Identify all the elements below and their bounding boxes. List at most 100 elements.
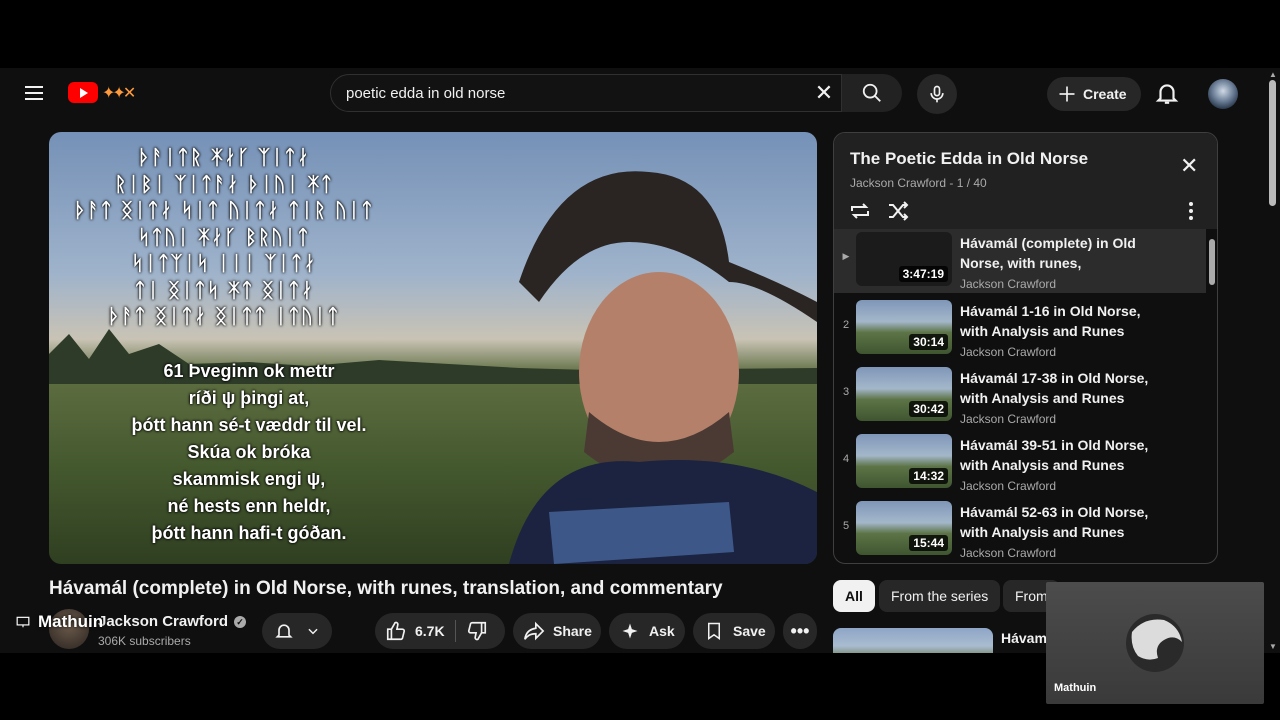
duration-badge: 14:32 <box>909 468 948 484</box>
webcam-user-name: Mathuin <box>1054 682 1097 694</box>
close-icon[interactable]: ✕ <box>1180 155 1198 177</box>
verse-text: 61 Þveginn ok mettr ríði ψ þingi at, þót… <box>99 358 399 547</box>
share-button[interactable]: Share <box>513 613 601 649</box>
channel-name: Jackson Crawford <box>98 613 229 630</box>
chevron-down-icon <box>308 628 318 635</box>
save-label: Save <box>733 623 766 639</box>
playlist-item-index: 4 <box>842 453 850 465</box>
playlist-item-channel: Jackson Crawford <box>960 345 1057 359</box>
rune-line: ᚦᚨᛁᛏᚱ ᛡᛅᚴ ᛉᛁᛏᛅ <box>138 145 310 169</box>
shuffle-icon[interactable] <box>886 199 910 223</box>
verified-check-icon: ✓ <box>234 615 247 628</box>
verse-line: þótt hann hafi-t góðan. <box>151 523 347 543</box>
search-button[interactable] <box>842 74 902 112</box>
playlist-thumbnail: 3:47:19 <box>856 232 952 286</box>
playlist-item[interactable]: 2 30:14 Hávamál 1-16 in Old Norse, with … <box>834 297 1206 361</box>
playlist-item-channel: Jackson Crawford <box>960 479 1057 493</box>
channel-name-link[interactable]: Jackson Crawford ✓ <box>98 613 247 630</box>
page-scrollbar[interactable] <box>1269 80 1276 206</box>
loop-icon[interactable] <box>848 199 872 223</box>
playlist-item-title: Hávamál 39-51 in Old Norse, with Analysi… <box>960 437 1149 473</box>
thumbs-down-icon[interactable] <box>466 620 488 642</box>
like-count: 6.7K <box>415 623 445 639</box>
recommendation-thumbnail[interactable] <box>833 628 993 653</box>
search-input[interactable] <box>346 84 806 102</box>
rune-line: ᚦᚨᛏ ᛝᛁᛏᛅ ᛝᛁᛏᛏ ᛁᛏᚢᛁᛏ <box>108 304 340 328</box>
share-icon <box>524 621 545 641</box>
verse-line: ríði ψ þingi at, <box>188 388 310 408</box>
playlist-item-index: 2 <box>842 319 850 331</box>
youtube-logo[interactable]: ✦✦✕ <box>68 82 136 103</box>
video-player[interactable]: ᚦᚨᛁᛏᚱ ᛡᛅᚴ ᛉᛁᛏᛅ ᚱᛁᛒᛁ ᛉᛁᛏᚨᛅ ᚦᛁᚢᛁ ᛡᛏ ᚦᚨᛏ ᛝᛁ… <box>49 132 817 564</box>
create-label: Create <box>1083 86 1127 102</box>
divider <box>454 620 456 642</box>
search-icon <box>862 83 881 102</box>
playlist-thumbnail: 14:32 <box>856 434 952 488</box>
user-avatar-icon <box>1126 614 1184 672</box>
playlist-item[interactable]: 5 15:44 Hávamál 52-63 in Old Norse, with… <box>834 498 1206 562</box>
menu-icon[interactable] <box>22 82 46 106</box>
verse-line: né hests enn heldr, <box>167 496 331 516</box>
more-actions-button[interactable]: ••• <box>783 613 817 649</box>
monitor-icon <box>16 616 30 628</box>
clear-search-icon[interactable]: ✕ <box>813 82 835 104</box>
bell-icon <box>275 624 293 638</box>
scroll-down-icon[interactable]: ▼ <box>1269 642 1277 651</box>
playlist-item[interactable]: 3 30:42 Hávamál 17-38 in Old Norse, with… <box>834 364 1206 428</box>
notifications-bell-icon[interactable] <box>1154 80 1180 106</box>
ask-button[interactable]: Ask <box>609 613 685 649</box>
search-box: ✕ <box>330 74 842 112</box>
rune-text: ᚦᚨᛁᛏᚱ ᛡᛅᚴ ᛉᛁᛏᛅ ᚱᛁᛒᛁ ᛉᛁᛏᚨᛅ ᚦᛁᚢᛁ ᛡᛏ ᚦᚨᛏ ᛝᛁ… <box>59 144 389 330</box>
youtube-app: ✦✦✕ ✕ Create ▲ ▼ ᚦᚨᛁᛏᚱ ᛡᛅᚴ ᛉᛁᛏᛅ ᚱᛁᛒᛁ ᛉᛁᛏ… <box>0 68 1280 653</box>
voice-search-button[interactable] <box>917 74 957 114</box>
more-horizontal-icon: ••• <box>790 620 810 641</box>
playlist-title[interactable]: The Poetic Edda in Old Norse <box>850 149 1088 169</box>
overlay-user-label: Mathuin <box>16 612 103 632</box>
verse-line: Skúa ok bróka <box>187 442 311 462</box>
rune-line: ᛋᛏᚢᛁ ᛡᛅᚴ ᛒᚱᚢᛁᛏ <box>138 224 310 249</box>
verse-line: þótt hann sé-t væddr til vel. <box>131 415 367 435</box>
playlist-header: The Poetic Edda in Old Norse Jackson Cra… <box>834 133 1217 229</box>
youtube-play-icon <box>68 82 98 103</box>
playlist-item-title: Hávamál 52-63 in Old Norse, with Analysi… <box>960 504 1149 540</box>
chip-all[interactable]: All <box>833 580 875 612</box>
playlist-item-title: Hávamál 1-16 in Old Norse, with Analysis… <box>960 303 1141 339</box>
verse-line: 61 Þveginn ok mettr <box>163 361 335 381</box>
playlist-item-channel: Jackson Crawford <box>960 412 1057 426</box>
plus-icon <box>1059 86 1075 102</box>
rune-line: ᛋᛁᛏᛉᛁᛋ ᛁᛁᛁ ᛉᛁᛏᛅ <box>131 251 317 275</box>
playlist-item-title: Hávamál 17-38 in Old Norse, with Analysi… <box>960 370 1149 406</box>
playlist-item-channel: Jackson Crawford <box>960 546 1057 560</box>
rune-line: ᛏᛁ ᛝᛁᛏᛋ ᛡᛏ ᛝᛁᛏᛅ <box>134 277 314 302</box>
like-button[interactable]: 6.7K <box>385 620 445 642</box>
subscribe-bell-button[interactable] <box>262 613 332 649</box>
rune-line: ᚦᚨᛏ ᛝᛁᛏᛅ ᛋᛁᛏ ᚢᛁᛏᛅ ᛏᛁᚱ ᚢᛁᛏ <box>74 198 374 222</box>
bookmark-icon <box>708 622 720 640</box>
save-button[interactable]: Save <box>693 613 775 649</box>
playlist-thumbnail: 15:44 <box>856 501 952 555</box>
share-label: Share <box>553 623 592 639</box>
duration-badge: 30:42 <box>909 401 948 417</box>
ask-label: Ask <box>649 623 675 639</box>
rune-line: ᚱᛁᛒᛁ ᛉᛁᛏᚨᛅ ᚦᛁᚢᛁ ᛡᛏ <box>114 171 334 196</box>
playlist-item[interactable]: 4 14:32 Hávamál 39-51 in Old Norse, with… <box>834 431 1206 495</box>
playlist-item-channel: Jackson Crawford <box>960 277 1057 291</box>
presenter-image <box>509 171 817 564</box>
overlay-user-name: Mathuin <box>38 612 104 631</box>
playlist-thumbnail: 30:14 <box>856 300 952 354</box>
playlist-scrollbar[interactable] <box>1209 239 1215 285</box>
create-button[interactable]: Create <box>1047 77 1141 111</box>
playlist-panel: The Poetic Edda in Old Norse Jackson Cra… <box>833 132 1218 564</box>
chip-from-series[interactable]: From the series <box>879 580 1001 612</box>
playlist-thumbnail: 30:42 <box>856 367 952 421</box>
account-avatar[interactable] <box>1208 79 1238 109</box>
duration-badge: 30:14 <box>909 334 948 350</box>
playlist-item-index: 3 <box>842 386 850 398</box>
more-vertical-icon[interactable] <box>1184 201 1198 221</box>
scroll-up-icon[interactable]: ▲ <box>1269 70 1277 79</box>
sparkle-icon <box>622 623 638 639</box>
subscriber-count: 306K subscribers <box>98 634 191 648</box>
video-title: Hávamál (complete) in Old Norse, with ru… <box>49 578 723 599</box>
playlist-item[interactable]: ▶ 3:47:19 Hávamál (complete) in Old Nors… <box>834 229 1206 293</box>
duration-badge: 15:44 <box>909 535 948 551</box>
